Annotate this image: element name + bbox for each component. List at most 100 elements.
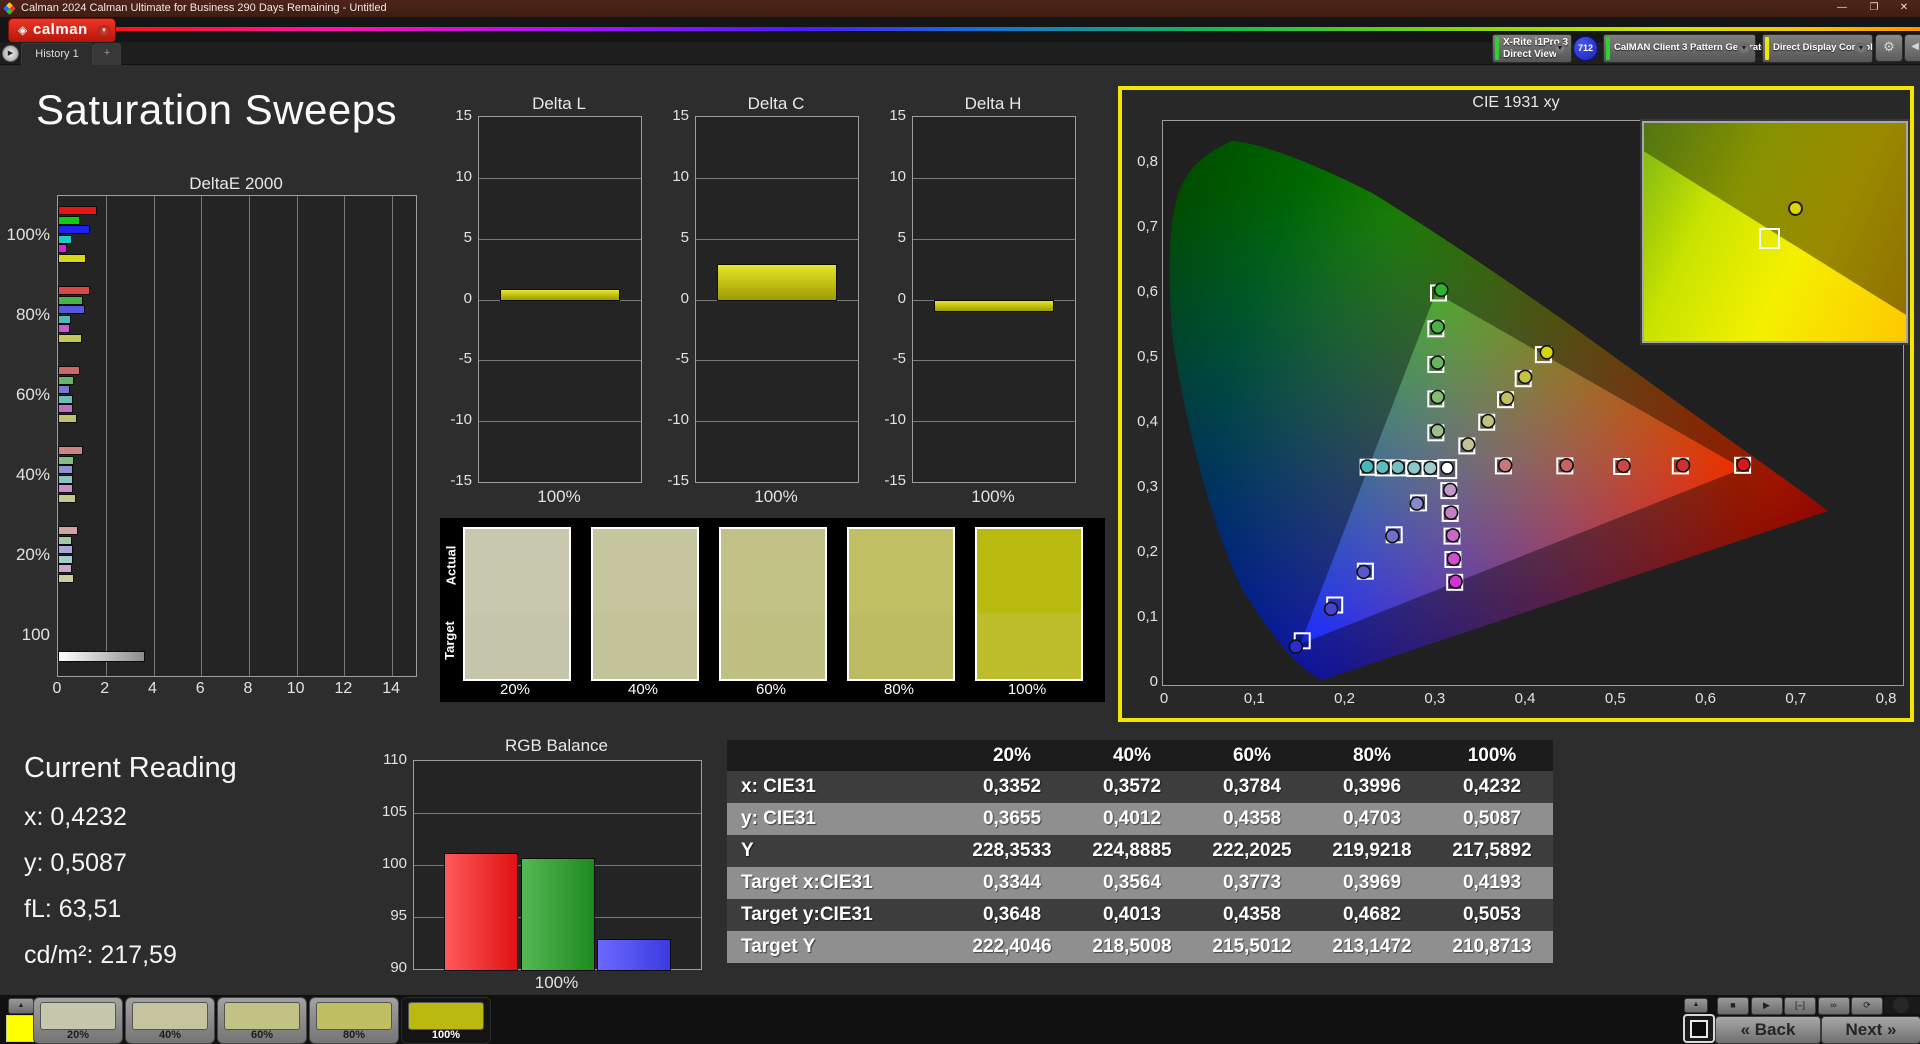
stop-button[interactable]: ■ xyxy=(1717,997,1749,1015)
cie-x-tick: 0,8 xyxy=(1875,690,1897,707)
calman-app: Calman 2024 Calman Ultimate for Business… xyxy=(0,0,1920,1044)
cie-inset-target-marker xyxy=(1759,227,1781,249)
stop-icon: ■ xyxy=(1730,1000,1736,1010)
meter-status-stripe xyxy=(1495,37,1499,60)
rgb-y-tick: 110 xyxy=(383,751,407,768)
bar-80%-3 xyxy=(58,314,71,324)
gridline xyxy=(913,238,1075,240)
tab-history-1[interactable]: History 1 xyxy=(21,43,93,65)
play-icon: ▶ xyxy=(1763,1000,1770,1010)
current-test-patch xyxy=(6,1015,34,1042)
table-cell: 0,3773 xyxy=(1222,872,1282,893)
swatch-label: 100% xyxy=(1007,681,1047,698)
patch-button-40%[interactable]: 40% xyxy=(125,997,215,1044)
patch-button-60%[interactable]: 60% xyxy=(217,997,307,1044)
bar-20%-4 xyxy=(58,564,72,574)
cie-x-tick: 0,1 xyxy=(1243,690,1265,707)
calman-logo-button[interactable]: ◈ calman ▾ xyxy=(8,18,116,43)
patch-button-20%[interactable]: 20% xyxy=(33,997,123,1044)
deltae-group-label: 20% xyxy=(15,545,50,564)
patch-label: 80% xyxy=(342,1029,366,1041)
rgb-bar-green xyxy=(520,857,595,971)
measured-marker xyxy=(1288,639,1304,654)
maximize-button[interactable]: ❐ xyxy=(1860,0,1888,17)
expand-patches-button[interactable]: ▲ xyxy=(8,998,34,1014)
refresh-button[interactable]: ⟳ xyxy=(1851,997,1883,1015)
continuous-button[interactable]: ∞ xyxy=(1817,997,1850,1015)
reading-x: x: 0,4232 xyxy=(24,803,127,831)
reading-cdm2: cd/m²: 217,59 xyxy=(24,941,177,969)
collapse-panel-button[interactable]: ◀ xyxy=(1904,34,1920,62)
table-row-label: y: CIE31 xyxy=(741,808,816,829)
patch-color xyxy=(408,1002,484,1030)
bar-60%-5 xyxy=(58,414,77,423)
table-cell: 0,4193 xyxy=(1462,872,1522,893)
swatch-label: 80% xyxy=(883,681,915,698)
table-cell: 0,3996 xyxy=(1342,776,1402,797)
gridline xyxy=(696,238,858,240)
expand-transport-button[interactable]: ▲ xyxy=(1684,998,1708,1013)
table-cell: 0,3655 xyxy=(982,808,1042,829)
gridline xyxy=(913,177,1075,179)
step-icon: [–] xyxy=(1794,1000,1805,1010)
measured-marker xyxy=(1539,345,1555,360)
deltae-x-tick: 4 xyxy=(148,680,157,697)
swatch-compare-panel: Actual Target 20% 40% 60% 80% 100% xyxy=(440,518,1105,702)
table-cell: 0,4703 xyxy=(1342,808,1402,829)
table-cell: 0,3572 xyxy=(1102,776,1162,797)
bar-20%-2 xyxy=(58,545,74,555)
measured-marker xyxy=(1616,458,1631,474)
gridline xyxy=(479,238,641,240)
swatch-label: 20% xyxy=(499,681,531,698)
table-cell: 0,3969 xyxy=(1342,872,1402,893)
measurement-table: 20% 40% 60% 80% 100% x: CIE31 0,3352 0,3572 0,37… xyxy=(727,740,1553,963)
cie-y-tick: 0,1 xyxy=(1137,608,1158,625)
patch-button-80%[interactable]: 80% xyxy=(309,997,399,1044)
y-tick: 0 xyxy=(680,289,689,307)
pattern-source-dropdown[interactable]: CalMAN Client 3 Pattern Generator ▼ xyxy=(1603,34,1771,63)
meter-dropdown[interactable]: X-Rite i1Pro 3 Direct View ▼ xyxy=(1492,34,1572,63)
cie1931-panel[interactable]: CIE 1931 xy 0 0,1 0,2 0,3 0,4 0,5 0,6 0,7 0,8 0 0… xyxy=(1118,86,1914,722)
swatch-60% xyxy=(719,527,827,681)
swatch-label: 60% xyxy=(755,681,787,698)
settings-button[interactable]: ⚙ xyxy=(1875,34,1903,62)
gridline xyxy=(201,196,203,676)
rgb-bar-blue xyxy=(597,938,671,971)
stop-measure-button[interactable] xyxy=(1683,1014,1715,1043)
play-button[interactable]: ▶ xyxy=(1750,997,1783,1015)
patch-color xyxy=(132,1002,208,1030)
add-tab-button[interactable]: + xyxy=(93,43,121,65)
minimize-button[interactable]: — xyxy=(1828,0,1856,17)
rgb-y-tick: 90 xyxy=(390,959,407,976)
step-button[interactable]: [–] xyxy=(1784,997,1816,1015)
table-cell: 210,8713 xyxy=(1452,936,1532,957)
close-button[interactable]: ✕ xyxy=(1890,0,1918,17)
bar-80%-1 xyxy=(58,295,83,305)
deltae-group-label: 60% xyxy=(15,385,50,404)
bar-40%-4 xyxy=(58,484,74,494)
y-tick: -15 xyxy=(884,472,906,489)
patch-label: 60% xyxy=(250,1029,274,1041)
y-tick: 15 xyxy=(672,107,689,124)
table-header-cell: 20% xyxy=(992,744,1032,766)
next-button[interactable]: Next » xyxy=(1821,1016,1920,1044)
bar-60%-4 xyxy=(58,404,74,414)
y-tick: -10 xyxy=(884,411,906,429)
continuous-icon: ∞ xyxy=(1830,1000,1837,1010)
display-control-dropdown[interactable]: Direct Display Control ▼ xyxy=(1762,34,1873,63)
table-cell: 0,4358 xyxy=(1222,808,1282,829)
measured-marker xyxy=(1375,459,1390,475)
patch-button-100%[interactable]: 100% xyxy=(401,997,491,1044)
table-row-label: Target x:CIE31 xyxy=(741,872,873,893)
tab-scroll-button[interactable]: ▶ xyxy=(2,45,19,62)
deltae-x-tick: 6 xyxy=(195,680,205,697)
reading-y: y: 0,5087 xyxy=(24,849,127,877)
back-button[interactable]: « Back xyxy=(1715,1016,1821,1044)
patch-label: 100% xyxy=(431,1029,461,1041)
table-cell: 0,3564 xyxy=(1102,872,1162,893)
table-header-cell: 60% xyxy=(1232,744,1272,766)
y-tick: 15 xyxy=(889,107,906,124)
cie-x-tick: 0,3 xyxy=(1424,690,1446,707)
meter-count-badge[interactable]: 712 xyxy=(1573,36,1598,61)
bottom-bar: ▲ 20% 40% 60% 80% 100% ▲ ■ ▶ [–] ∞ ⟳ « Back Next… xyxy=(0,995,1920,1044)
